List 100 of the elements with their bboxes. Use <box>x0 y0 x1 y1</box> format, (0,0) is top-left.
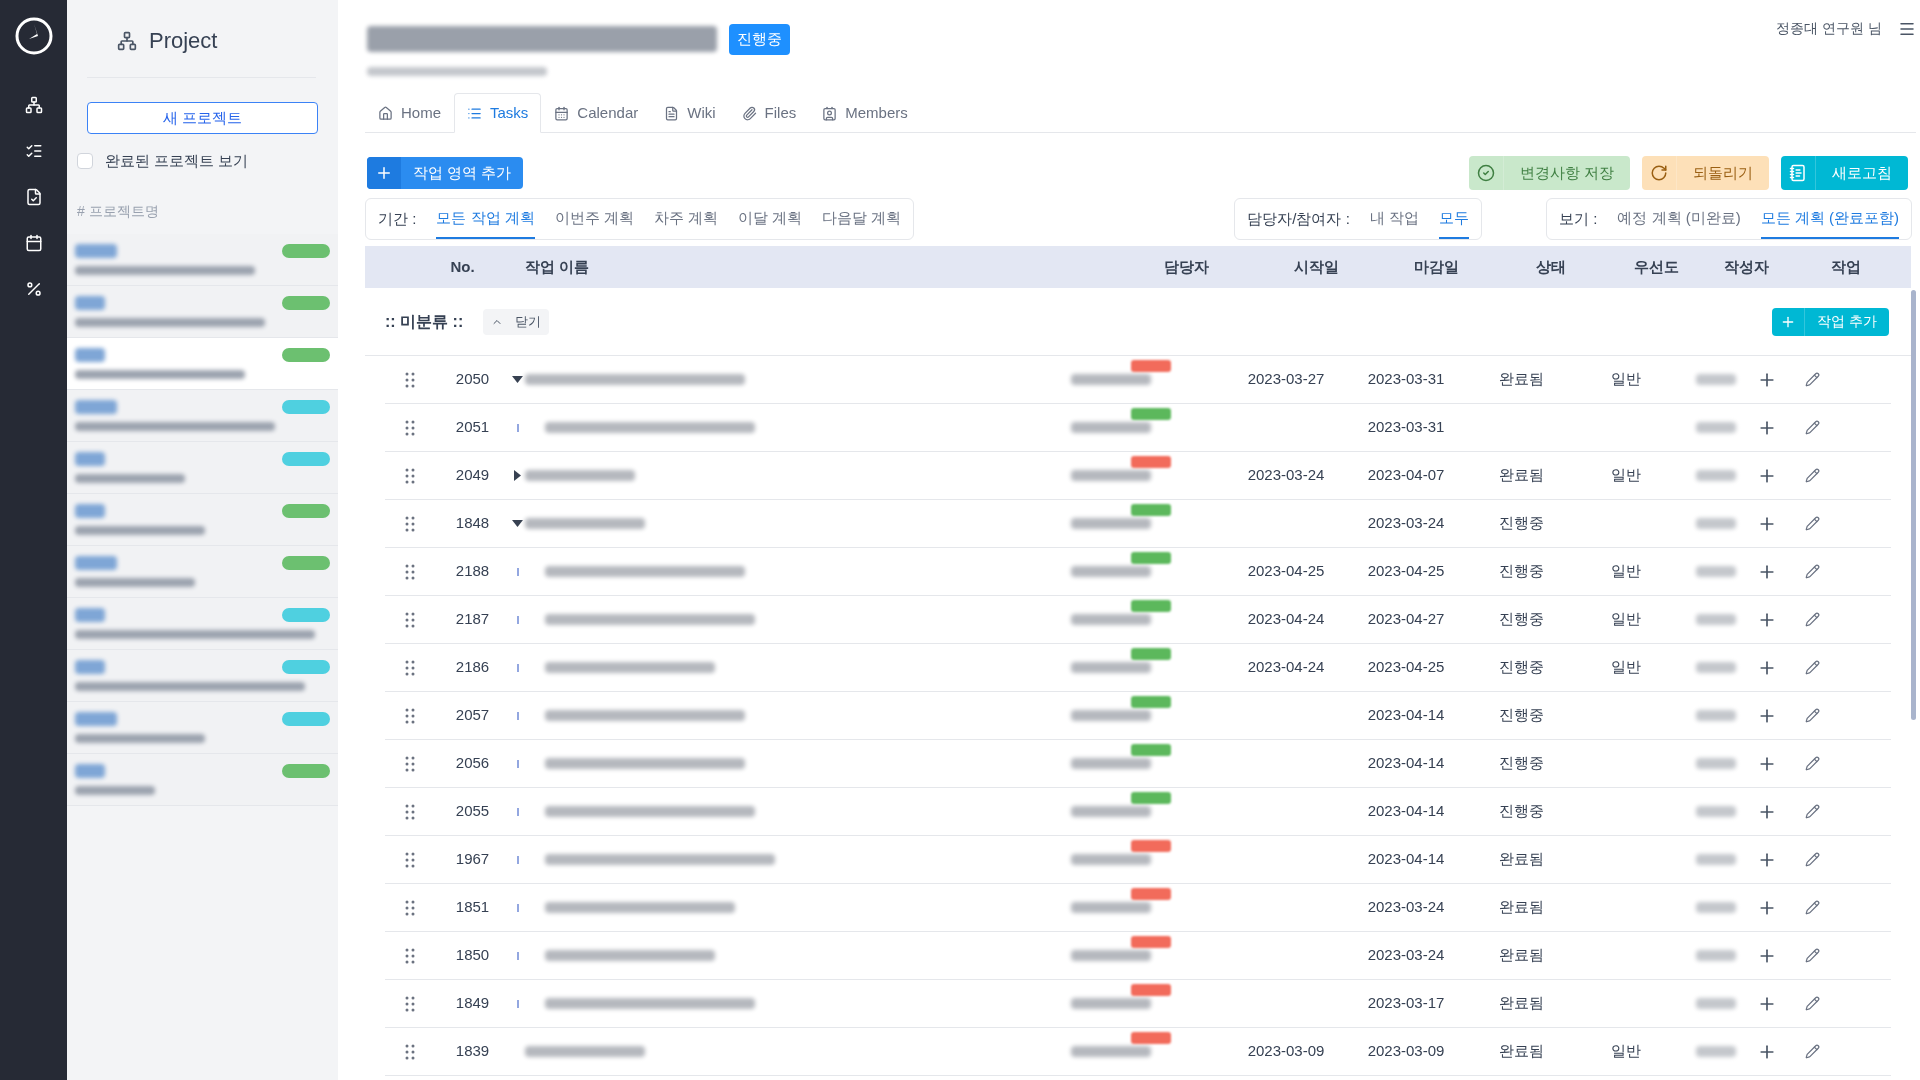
table-row[interactable]: 2188 2023-04-25 2023-04-25 진행중 일반 <box>385 548 1891 596</box>
logo-icon[interactable] <box>13 16 54 56</box>
filter-tab[interactable]: 다음달 계획 <box>822 199 902 239</box>
start-date: 2023-03-09 <box>1246 1041 1326 1062</box>
task-number: 1850 <box>454 945 491 966</box>
collapse-button[interactable]: 닫기 <box>483 308 550 335</box>
table-row[interactable]: 2056 2023-04-14 진행중 <box>385 740 1891 788</box>
drag-handle-icon[interactable] <box>405 515 415 532</box>
caret-down-icon[interactable] <box>512 520 523 527</box>
edit-icon[interactable] <box>1805 660 1820 675</box>
redacted-tag <box>75 295 105 310</box>
drag-handle-icon[interactable] <box>405 707 415 724</box>
task-number: 1967 <box>454 849 491 870</box>
column-header: 담당자 <box>1162 256 1210 277</box>
percent-icon[interactable] <box>24 280 43 298</box>
new-project-button[interactable]: 새 프로젝트 <box>87 102 318 134</box>
edit-icon[interactable] <box>1805 612 1820 627</box>
edit-icon[interactable] <box>1805 900 1820 915</box>
filter-tab[interactable]: 모든 작업 계획 <box>436 199 535 239</box>
redacted-text <box>1696 374 1736 385</box>
filter-label: 기간 : <box>378 208 417 229</box>
edit-icon[interactable] <box>1805 372 1820 387</box>
edit-icon[interactable] <box>1805 852 1820 867</box>
drag-handle-icon[interactable] <box>405 563 415 580</box>
column-header: 마감일 <box>1412 256 1460 277</box>
checklist-icon[interactable] <box>24 142 43 160</box>
scrollbar[interactable] <box>1911 290 1916 720</box>
tab[interactable]: Home <box>365 93 454 133</box>
edit-icon[interactable] <box>1805 420 1820 435</box>
table-row[interactable]: 2187 2023-04-24 2023-04-27 진행중 일반 <box>385 596 1891 644</box>
tab-icon <box>378 105 393 121</box>
drag-handle-icon[interactable] <box>405 947 415 964</box>
drag-handle-icon[interactable] <box>405 371 415 388</box>
table-row[interactable]: 1851 2023-03-24 완료됨 <box>385 884 1891 932</box>
table-row[interactable]: 2055 2023-04-14 진행중 <box>385 788 1891 836</box>
drag-handle-icon[interactable] <box>405 467 415 484</box>
caret-down-icon[interactable] <box>512 376 523 383</box>
filter-tab[interactable]: 차주 계획 <box>653 199 719 239</box>
start-date: 2023-03-27 <box>1246 369 1326 390</box>
task-number: 1851 <box>454 897 491 918</box>
filter-tab[interactable]: 모든 계획 (완료포함) <box>1760 199 1899 239</box>
redacted-tag <box>75 763 105 778</box>
calendar-icon[interactable] <box>24 234 43 252</box>
filter-tab[interactable]: 내 작업 <box>1369 199 1419 239</box>
drag-handle-icon[interactable] <box>405 851 415 868</box>
redacted-text <box>1696 566 1736 577</box>
table-row[interactable]: 2051 2023-03-31 <box>385 404 1891 452</box>
column-header: 우선도 <box>1632 256 1680 277</box>
table-row[interactable]: 1848 2023-03-24 진행중 <box>385 500 1891 548</box>
project-item[interactable] <box>67 337 338 390</box>
drag-handle-icon[interactable] <box>405 803 415 820</box>
edit-icon[interactable] <box>1805 516 1820 531</box>
edit-icon[interactable] <box>1805 996 1820 1011</box>
tab[interactable]: Members <box>809 93 921 133</box>
checkbox[interactable] <box>77 153 93 170</box>
drag-handle-icon[interactable] <box>405 755 415 772</box>
edit-icon[interactable] <box>1805 708 1820 723</box>
table-row[interactable]: 1850 2023-03-24 완료됨 <box>385 932 1891 980</box>
checkbox-label: 완료된 프로젝트 보기 <box>105 151 249 171</box>
edit-icon[interactable] <box>1805 564 1820 579</box>
edit-icon[interactable] <box>1805 756 1820 771</box>
drag-handle-icon[interactable] <box>405 419 415 436</box>
table-row[interactable]: 2186 2023-04-24 2023-04-25 진행중 일반 <box>385 644 1891 692</box>
due-date: 2023-04-14 <box>1366 705 1446 726</box>
document-check-icon[interactable] <box>24 188 43 206</box>
filter-tab[interactable]: 예정 계획 (미완료) <box>1617 199 1741 239</box>
sitemap-icon[interactable] <box>24 96 43 114</box>
filter-tab[interactable]: 모두 <box>1439 199 1469 239</box>
edit-icon[interactable] <box>1805 948 1820 963</box>
drag-handle-icon[interactable] <box>405 995 415 1012</box>
table-row[interactable]: 1967 2023-04-14 완료됨 <box>385 836 1891 884</box>
drag-handle-icon[interactable] <box>405 611 415 628</box>
table-row[interactable]: 2057 2023-04-14 진행중 <box>385 692 1891 740</box>
edit-icon[interactable] <box>1805 804 1820 819</box>
filter-tab[interactable]: 이달 계획 <box>738 199 803 239</box>
redacted-tag <box>75 711 117 726</box>
table-row[interactable]: 2049 2023-03-24 2023-04-07 완료됨 일반 <box>385 452 1891 500</box>
table-row[interactable]: 1849 2023-03-17 완료됨 <box>385 980 1891 1028</box>
edit-icon[interactable] <box>1805 468 1820 483</box>
tab[interactable]: Wiki <box>651 93 729 133</box>
edit-icon[interactable] <box>1805 1044 1820 1059</box>
drag-handle-icon[interactable] <box>405 1043 415 1060</box>
drag-handle-icon[interactable] <box>405 659 415 676</box>
column-header: 작업 <box>1830 256 1862 277</box>
table-row[interactable]: 1839 2023-03-09 2023-03-09 완료됨 일반 <box>385 1028 1891 1076</box>
caret-right-icon[interactable] <box>514 470 521 481</box>
tab[interactable]: Calendar <box>541 93 652 133</box>
add-area-button[interactable]: 작업 영역 추가 <box>367 157 524 189</box>
tab[interactable]: Files <box>728 93 810 133</box>
filter-tab[interactable]: 이번주 계획 <box>554 199 634 239</box>
redacted-tag <box>75 659 105 674</box>
redacted-text <box>1696 806 1736 817</box>
table-row[interactable]: 2050 2023-03-27 2023-03-31 완료됨 일반 <box>385 356 1891 404</box>
drag-handle-icon[interactable] <box>405 899 415 916</box>
group-title: :: 미분류 :: <box>385 311 464 332</box>
due-date: 2023-04-14 <box>1366 801 1446 822</box>
column-header: No. <box>449 256 476 277</box>
tab[interactable]: Tasks <box>454 93 542 133</box>
start-date: 2023-03-24 <box>1246 465 1326 486</box>
user-name[interactable]: 정종대 연구원 님 <box>1776 18 1882 39</box>
